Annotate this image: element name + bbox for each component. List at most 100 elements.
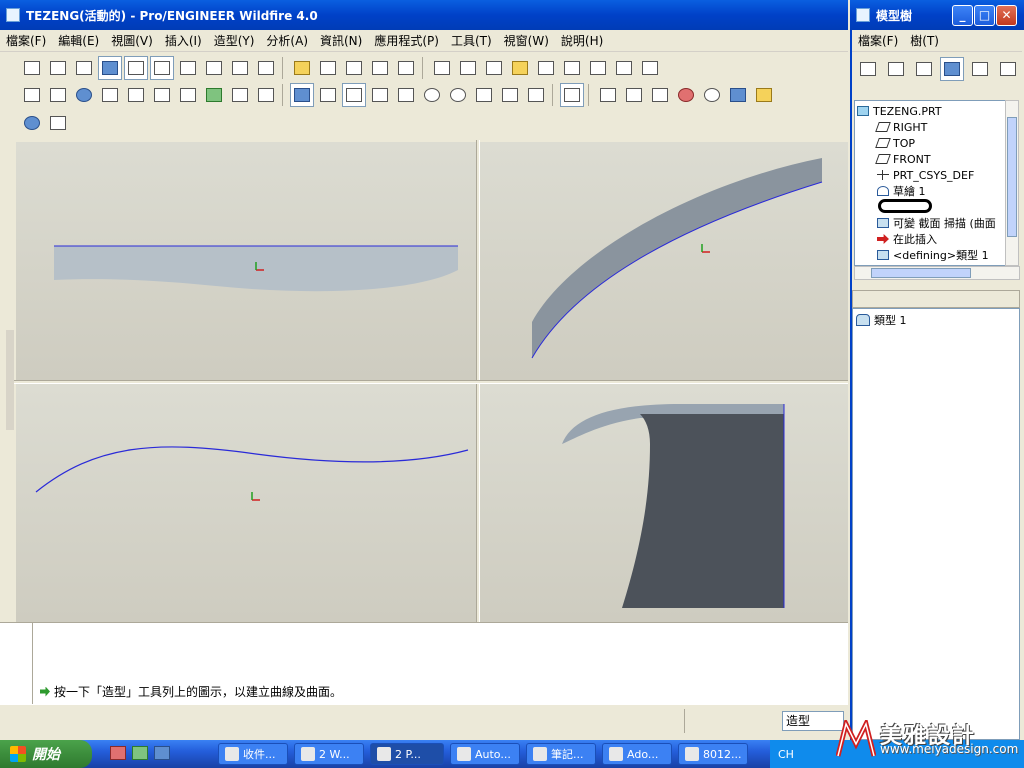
redo-icon[interactable] [46,83,70,107]
menu-help[interactable]: 說明(H) [555,32,609,49]
whats-this-icon[interactable] [46,111,70,135]
viewport-top-left[interactable] [16,142,476,380]
model-tree-splitter[interactable] [852,290,1020,308]
shading-icon[interactable] [98,56,122,80]
spin-center-icon[interactable] [316,83,340,107]
minimize-button[interactable]: _ [952,5,973,26]
taskbar-item-proe[interactable]: 2 P... [370,743,444,765]
style-curve-icon[interactable] [150,56,174,80]
style-curve-icon[interactable] [254,56,278,80]
save-copy-icon[interactable] [586,56,610,80]
cut-icon[interactable] [98,83,122,107]
taskbar-item-notepad[interactable]: 筆記... [526,743,596,765]
taskbar-item-inbox[interactable]: 收件... [218,743,288,765]
menu-info[interactable]: 資訊(N) [314,32,368,49]
taskbar-item-explorer[interactable]: 2 W... [294,743,364,765]
print-icon[interactable] [612,56,636,80]
tree-item-front[interactable]: FRONT [875,151,931,167]
tree-item-defining-style[interactable]: <defining>類型 1 [877,247,989,263]
model-player-icon[interactable] [202,83,226,107]
tree-item-top[interactable]: TOP [875,135,915,151]
tree-settings-icon[interactable] [884,57,908,81]
style-tree[interactable] [852,308,1020,740]
gaussian-curvature-icon[interactable] [674,83,698,107]
taskbar-item-8012[interactable]: 8012... [678,743,748,765]
regenerate-icon[interactable] [72,83,96,107]
taskbar-item-adobe[interactable]: Ado... [602,743,672,765]
send-mail-icon[interactable] [638,56,662,80]
start-button[interactable]: 開始 [0,740,92,768]
tree-vertical-scrollbar[interactable] [1005,100,1019,266]
section-analysis-icon[interactable] [622,83,646,107]
zoom-out-icon[interactable] [446,83,470,107]
tree-menu-file[interactable]: 檔案(F) [852,32,904,49]
select-box-icon[interactable] [254,83,278,107]
slope-analysis-icon[interactable] [752,83,776,107]
viewport-bottom-left[interactable] [16,384,476,622]
view-cube-icon[interactable] [46,56,70,80]
menu-window[interactable]: 視窗(W) [498,32,555,49]
datum-icon[interactable] [290,56,314,80]
menu-edit[interactable]: 編輯(E) [52,32,105,49]
tree-horizontal-scrollbar[interactable] [854,266,1020,280]
maximize-button[interactable]: □ [974,5,995,26]
acrobat-icon[interactable] [110,746,126,760]
paste-icon[interactable] [150,83,174,107]
reflection-analysis-icon[interactable] [700,83,724,107]
four-view-icon[interactable] [124,56,148,80]
layers-icon[interactable] [342,83,366,107]
refit-icon[interactable] [472,83,496,107]
paste-special-icon[interactable] [176,83,200,107]
input-language[interactable]: CH [778,748,794,761]
viewport-top-right[interactable] [480,142,848,380]
expand-tree-icon[interactable] [968,57,992,81]
curvature-analysis-icon[interactable] [596,83,620,107]
graphics-window[interactable] [12,140,848,622]
undo-icon[interactable] [20,83,44,107]
draft-analysis-icon[interactable] [726,83,750,107]
datum-plane-icon[interactable] [316,56,340,80]
viewport-bottom-right[interactable] [480,384,848,622]
folder-icon[interactable] [508,56,532,80]
quick-launch-icon[interactable] [154,746,170,760]
curve-icon[interactable] [290,83,314,107]
csys-icon[interactable] [394,56,418,80]
repaint-icon[interactable] [394,83,418,107]
close-button[interactable]: ✕ [996,5,1017,26]
view-cube-icon[interactable] [20,56,44,80]
find-icon[interactable] [228,83,252,107]
tree-menu-tree[interactable]: 樹(T) [904,32,945,49]
menu-insert[interactable]: 插入(I) [159,32,208,49]
model-tree[interactable]: TEZENG.PRT RIGHT TOP FRONT PRT_CSYS_DEF … [854,100,1006,266]
tree-item-csys[interactable]: PRT_CSYS_DEF [877,167,974,183]
menu-analysis[interactable]: 分析(A) [260,32,314,49]
document-icon[interactable] [482,56,506,80]
menu-file[interactable]: 檔案(F) [0,32,52,49]
viewport-divider-horizontal[interactable] [12,380,848,384]
quick-launch-icon[interactable] [132,746,148,760]
show-tree-icon[interactable] [940,57,964,81]
datum-point-icon[interactable] [368,56,392,80]
zoom-in-icon[interactable] [420,83,444,107]
tree-item-sketch[interactable]: 草繪 1 [877,183,926,199]
scrollbar-thumb[interactable] [1007,117,1017,237]
selection-filter-select[interactable]: 造型 [782,711,844,731]
reorient-icon[interactable] [498,83,522,107]
style-curve-icon[interactable] [176,56,200,80]
grid-icon[interactable] [560,83,584,107]
menu-tools[interactable]: 工具(T) [445,32,498,49]
left-splitter[interactable] [6,330,14,430]
collapse-tree-icon[interactable] [996,57,1020,81]
tree-item-part[interactable]: TEZENG.PRT [857,103,942,119]
offset-analysis-icon[interactable] [648,83,672,107]
save-icon[interactable] [560,56,584,80]
saved-views-icon[interactable] [524,83,548,107]
datum-axis-icon[interactable] [342,56,366,80]
tree-columns-icon[interactable] [912,57,936,81]
style-curve-icon[interactable] [202,56,226,80]
find-icon[interactable] [856,57,880,81]
open-file-icon[interactable] [456,56,480,80]
new-file-icon[interactable] [430,56,454,80]
context-help-icon[interactable] [20,111,44,135]
folder-icon[interactable] [534,56,558,80]
